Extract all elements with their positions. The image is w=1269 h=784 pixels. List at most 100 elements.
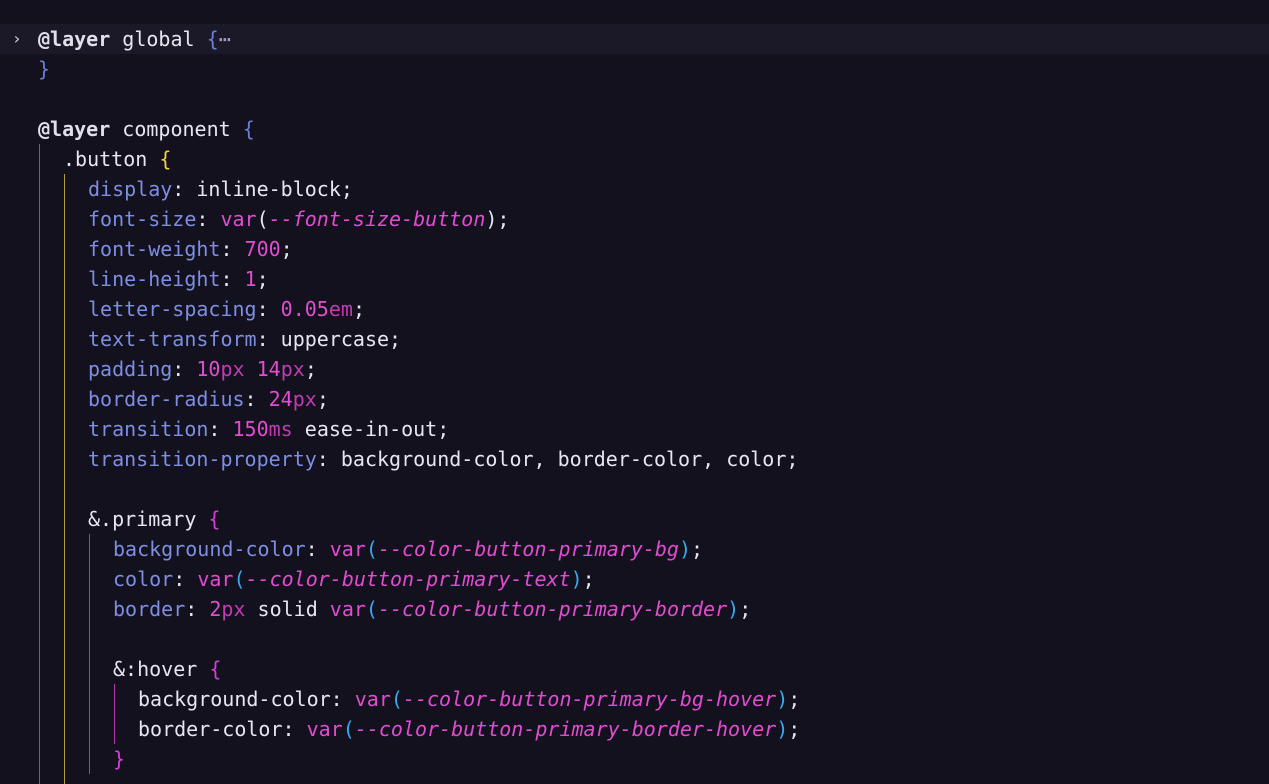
code-line[interactable] (0, 84, 1269, 114)
token-br4: ) (727, 597, 740, 621)
indent-guide (89, 714, 90, 744)
code-line[interactable] (0, 774, 1269, 784)
token-cvar: --font-size-button (268, 207, 486, 231)
token-prop: transition-property (88, 447, 317, 471)
code-line[interactable]: .button { (0, 144, 1269, 174)
code-line[interactable]: &:hover { (0, 654, 1269, 684)
indent-guide (89, 594, 90, 624)
code-line[interactable]: line-height: 1; (0, 264, 1269, 294)
code-text: } (38, 54, 50, 84)
token-cvar: --color-button-primary-bg-hover (402, 687, 777, 711)
code-line[interactable]: font-weight: 700; (0, 234, 1269, 264)
token-br4: ) (678, 537, 691, 561)
token-punc: ; (256, 267, 269, 291)
indent-guide (64, 174, 65, 204)
token-unit: ms (268, 417, 293, 441)
code-line[interactable]: border-radius: 24px; (0, 384, 1269, 414)
code-line[interactable]: } (0, 54, 1269, 84)
code-line[interactable] (0, 624, 1269, 654)
token-br4: ( (233, 567, 246, 591)
token-punc: ; (788, 687, 801, 711)
code-line[interactable] (0, 474, 1269, 504)
token-prop: transition (88, 417, 209, 441)
token-dots: ⋯ (218, 27, 231, 51)
code-line[interactable]: transition-property: background-color, b… (0, 444, 1269, 474)
token-val: solid (245, 597, 330, 621)
code-line[interactable]: transition: 150ms ease-in-out; (0, 414, 1269, 444)
token-num: 10 (196, 357, 221, 381)
token-punc: ; (280, 237, 293, 261)
indent-guide (39, 744, 40, 774)
token-br1: { (242, 117, 255, 141)
token-num: 2 (209, 597, 222, 621)
indent-guide (39, 144, 40, 174)
token-punc: ; (739, 597, 752, 621)
code-line[interactable]: border-color: var(--color-button-primary… (0, 714, 1269, 744)
code-line[interactable]: &.primary { (0, 504, 1269, 534)
token-prop: border (113, 597, 186, 621)
code-line[interactable]: display: inline-block; (0, 174, 1269, 204)
code-editor[interactable]: › @layer global {⋯} @layer component {.but… (0, 0, 1269, 784)
code-text: @layer component { (38, 114, 255, 144)
fold-chevron-icon[interactable]: › (12, 24, 26, 54)
indent-guide (39, 474, 40, 504)
indent-guide (64, 504, 65, 534)
indent-guide (64, 414, 65, 444)
token-val: background-color, border-color, color (340, 447, 787, 471)
token-sel: &.primary (88, 507, 209, 531)
indent-guide (39, 264, 40, 294)
code-line[interactable]: } (0, 744, 1269, 774)
token-punc: ); (485, 207, 510, 231)
token-punc: ; (340, 177, 353, 201)
code-line[interactable]: background-color: var(--color-button-pri… (0, 534, 1269, 564)
indent-guide (64, 204, 65, 234)
code-line[interactable]: background-color: var(--color-button-pri… (0, 684, 1269, 714)
token-prop: font-size (88, 207, 197, 231)
code-text: border: 2px solid var(--color-button-pri… (113, 594, 751, 624)
token-unit: em (328, 297, 353, 321)
token-prop2: border-color (138, 717, 283, 741)
code-line[interactable]: border: 2px solid var(--color-button-pri… (0, 594, 1269, 624)
code-line[interactable]: text-transform: uppercase; (0, 324, 1269, 354)
token-punc: : (208, 417, 233, 441)
code-line[interactable]: padding: 10px 14px; (0, 354, 1269, 384)
code-text: @layer global {⋯ (38, 24, 231, 54)
token-num: 14 (256, 357, 281, 381)
token-punc: ; (304, 357, 317, 381)
code-line[interactable]: › @layer global {⋯ (0, 24, 1269, 54)
code-text: border-radius: 24px; (88, 384, 329, 414)
indent-guide (64, 444, 65, 474)
token-br4: ( (365, 537, 378, 561)
token-prop2: background-color (138, 687, 331, 711)
indent-guide (64, 654, 65, 684)
token-punc: ; (788, 717, 801, 741)
token-sel: component (110, 117, 243, 141)
code-line[interactable]: font-size: var(--font-size-button); (0, 204, 1269, 234)
indent-guide (39, 384, 40, 414)
token-fn: var (306, 717, 343, 741)
token-prop: line-height (88, 267, 221, 291)
indent-guide (64, 294, 65, 324)
code-line[interactable]: color: var(--color-button-primary-text); (0, 564, 1269, 594)
code-line[interactable]: letter-spacing: 0.05em; (0, 294, 1269, 324)
code-line[interactable]: @layer component { (0, 114, 1269, 144)
indent-guide (39, 204, 40, 234)
indent-guide (64, 474, 65, 504)
indent-guide (39, 504, 40, 534)
indent-guide (39, 624, 40, 654)
token-prop: letter-spacing (88, 297, 257, 321)
indent-guide (39, 564, 40, 594)
token-unit: px (220, 357, 245, 381)
indent-guide (39, 684, 40, 714)
token-br4: ( (342, 717, 355, 741)
token-val: inline-block (196, 177, 341, 201)
token-br3: { (208, 507, 221, 531)
indent-guide (89, 564, 90, 594)
token-prop: padding (88, 357, 173, 381)
indent-guide (89, 684, 90, 714)
token-punc: ; (316, 387, 329, 411)
token-punc: : (220, 237, 245, 261)
token-sel: .button (63, 147, 160, 171)
token-num: 150 (232, 417, 269, 441)
code-text: font-size: var(--font-size-button); (88, 204, 509, 234)
